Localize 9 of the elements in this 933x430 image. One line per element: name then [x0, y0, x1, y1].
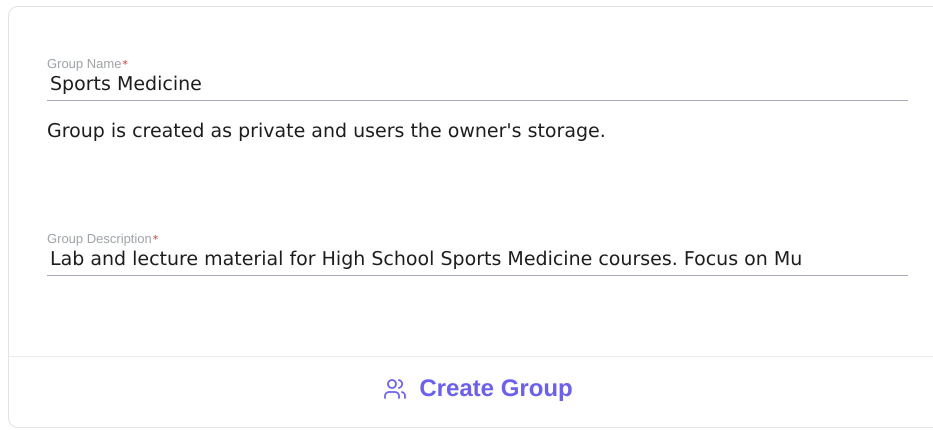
field-label: Group Description [47, 231, 152, 246]
users-icon [383, 377, 408, 401]
text-field[interactable]: Lab and lecture material for High School Sports Medicine courses. Focus on Mu [47, 246, 908, 276]
create-group-button[interactable]: Create Group [377, 371, 579, 407]
required-mark: * [152, 233, 158, 246]
field-label: Group Name [47, 56, 122, 71]
required-mark: * [122, 58, 128, 71]
text-field[interactable]: Sports Medicine [47, 71, 908, 101]
field-note: Group is created as private and users the owner's storage. [47, 120, 607, 144]
